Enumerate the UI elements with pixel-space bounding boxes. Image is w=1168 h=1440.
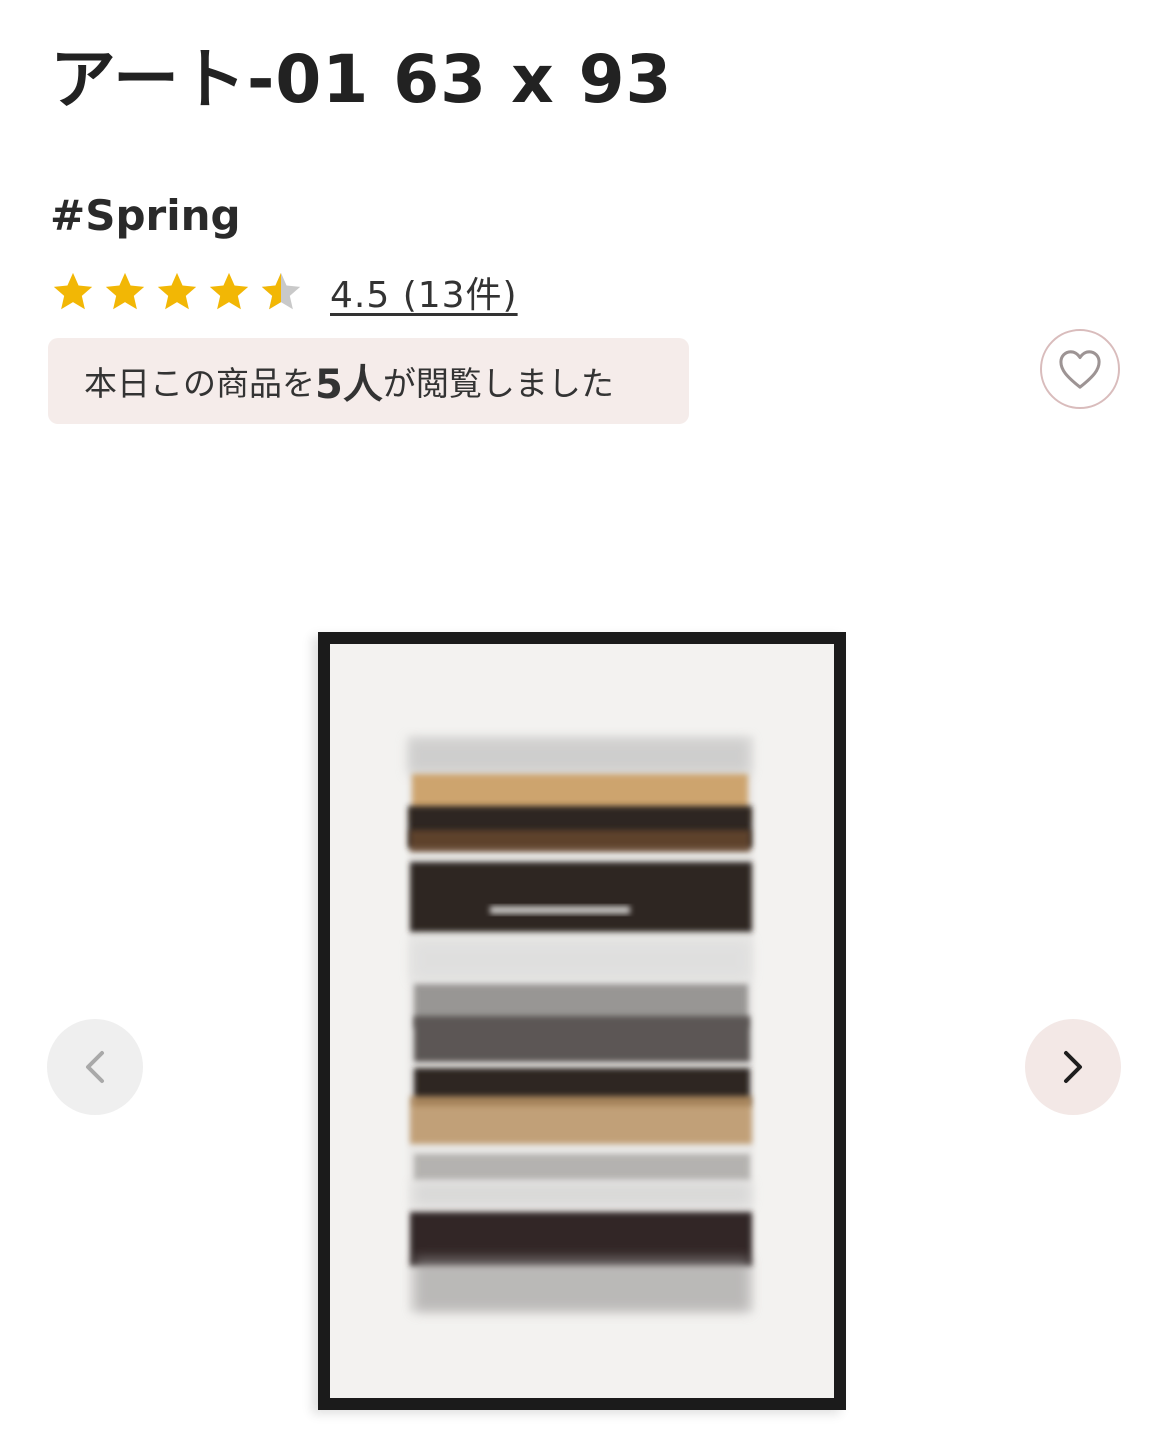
chevron-left-icon [86,1051,104,1083]
viewed-today-badge: 本日この商品を 5人 が閲覧しました [48,338,689,424]
heart-icon [1059,350,1101,389]
rating-row: 4.5 (13件) [50,266,518,318]
star-icon [105,272,145,310]
star-icon [157,272,197,310]
product-tag[interactable]: #Spring [50,188,241,244]
chevron-right-icon [1064,1051,1082,1083]
viewed-badge-count: 5人 [315,362,383,408]
carousel-next-button[interactable] [1025,1019,1121,1115]
artwork-canvas [330,644,834,1398]
product-image[interactable] [318,632,846,1410]
rating-link[interactable]: 4.5 (13件) [330,266,518,318]
rating-stars [50,269,310,315]
viewed-badge-suffix: が閲覧しました [382,364,614,403]
carousel-prev-button[interactable] [47,1019,143,1115]
star-icon [53,272,93,310]
half-star-icon [261,272,301,310]
product-title: アート-01 63 x 93 [50,41,673,118]
favorite-button[interactable] [1040,329,1120,409]
viewed-badge-prefix: 本日この商品を [84,364,315,403]
product-image-carousel [0,440,1168,1440]
star-icon [209,272,249,310]
